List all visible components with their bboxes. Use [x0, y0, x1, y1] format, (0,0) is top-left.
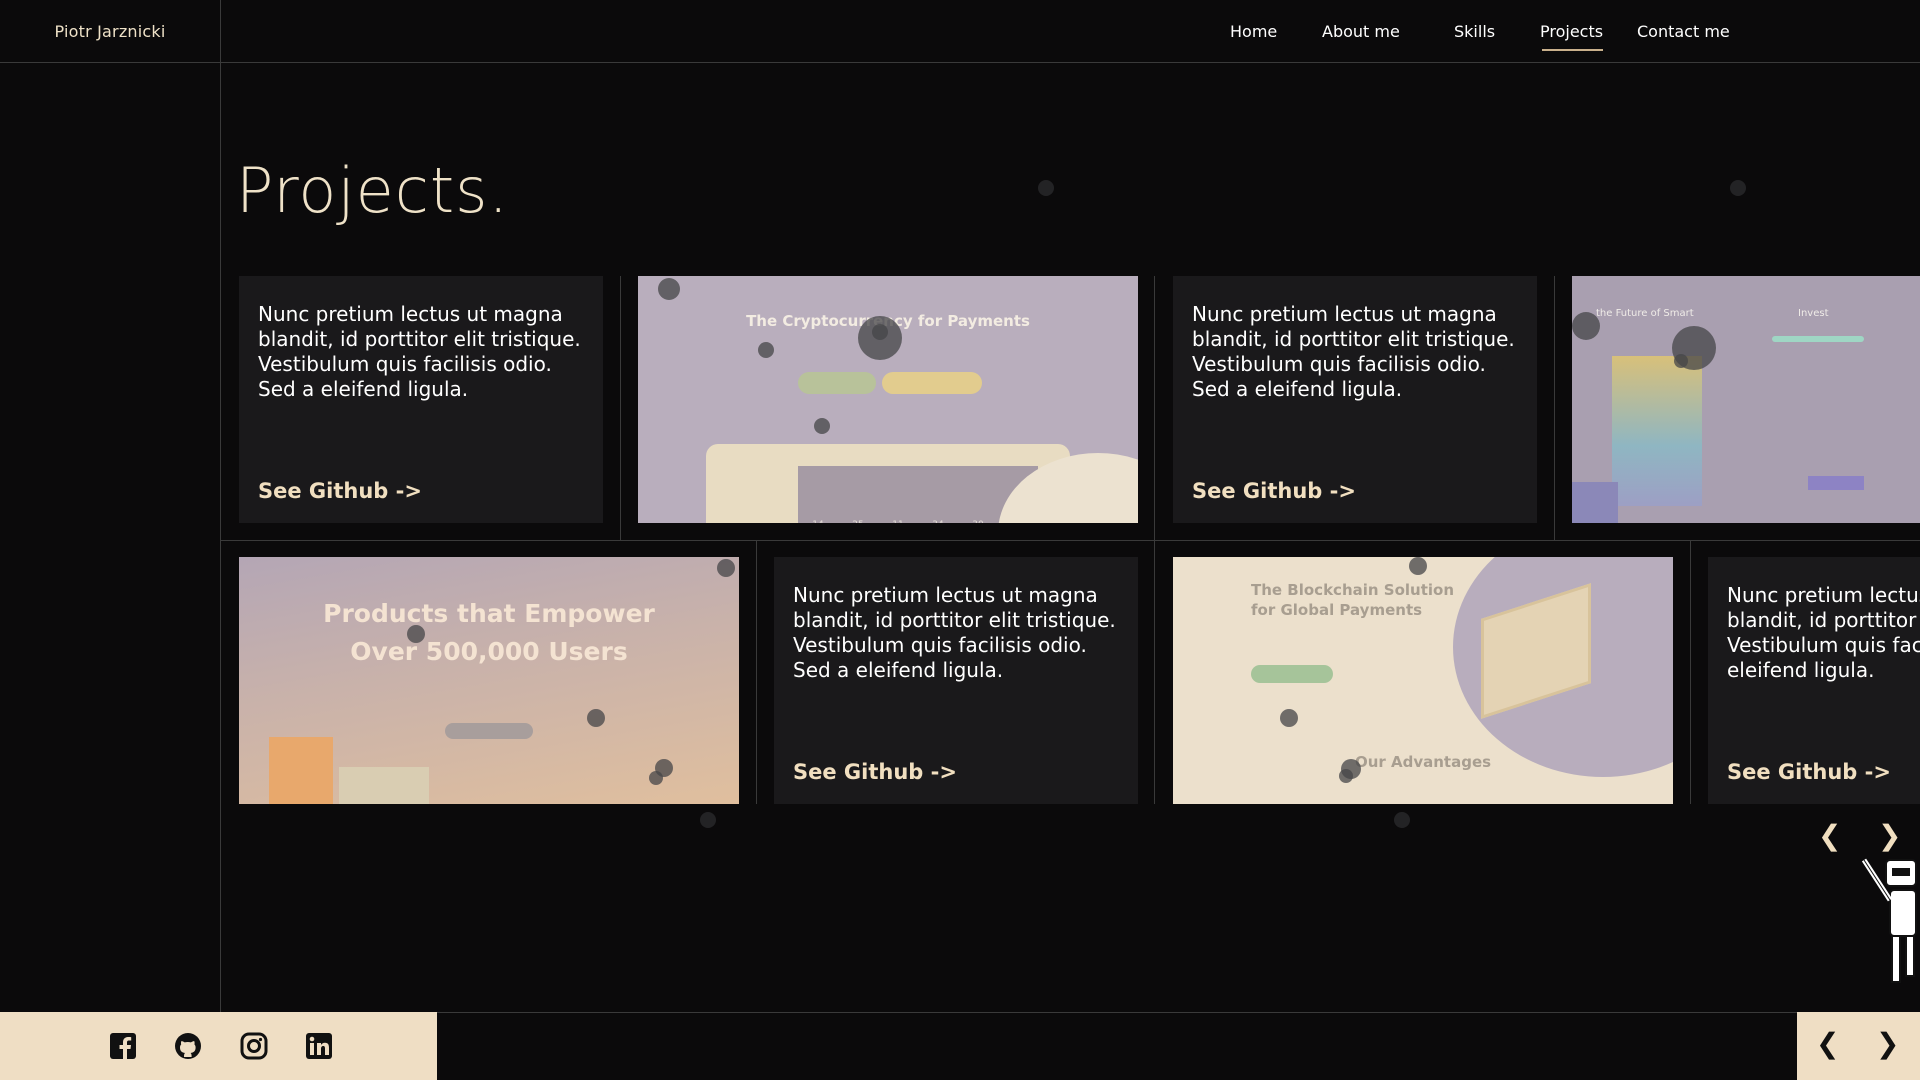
calendar-number: 14	[812, 520, 823, 523]
decor-pill	[798, 372, 876, 394]
project-card: Nunc pretium lectus ut magna blandit, id…	[774, 557, 1138, 804]
robot-mascot-icon	[1861, 858, 1917, 983]
decor-dot	[1394, 812, 1410, 828]
progress-bar	[1772, 336, 1864, 342]
decor-dot	[872, 324, 888, 340]
nav-about-me[interactable]: About me	[1322, 22, 1400, 41]
decor-block	[1572, 482, 1618, 523]
see-github-link[interactable]: See Github ->	[1192, 479, 1356, 503]
instagram-icon[interactable]	[240, 1032, 268, 1060]
calendar-number: 11	[892, 520, 903, 523]
row-divider	[220, 540, 1920, 541]
decor-dot	[587, 709, 605, 727]
decor-button	[1808, 476, 1864, 490]
decor-dot	[1674, 354, 1688, 368]
column-divider	[1554, 276, 1555, 540]
calendar-number: 34	[932, 520, 943, 523]
linkedin-icon[interactable]	[305, 1032, 333, 1060]
products-heading-line2: Over 500,000 Users	[350, 637, 628, 666]
decor-dot	[700, 812, 716, 828]
advantages-heading: Our Advantages	[1354, 753, 1492, 771]
decor-dot	[1280, 709, 1298, 727]
facebook-icon[interactable]	[109, 1032, 137, 1060]
decor-block	[339, 767, 429, 804]
project-description: Nunc pretium lectus ut magna blandit, id…	[793, 583, 1116, 682]
brand-name[interactable]: Piotr Jarznicki	[0, 0, 220, 62]
footer-divider	[437, 1012, 1797, 1013]
decor-dot	[717, 559, 735, 577]
project-card: Nunc pretium lectus ut magna blandit, id…	[1708, 557, 1920, 804]
decor-button	[1251, 665, 1333, 683]
blockchain-heading-line2: for Global Payments	[1251, 601, 1423, 619]
tower-graphic	[1612, 356, 1702, 506]
column-divider	[1154, 276, 1155, 540]
column-divider	[1690, 540, 1691, 804]
project-screenshot-products[interactable]: Products that Empower Over 500,000 Users	[239, 557, 739, 804]
decor-dot	[407, 625, 425, 643]
see-github-link[interactable]: See Github ->	[258, 479, 422, 503]
decor-pill	[882, 372, 982, 394]
decor-dot	[649, 771, 663, 785]
decor-dot	[1409, 557, 1427, 575]
project-description: Nunc pretium lectus ut magna blandit, id…	[258, 302, 581, 401]
nav-projects[interactable]: Projects	[1540, 22, 1604, 51]
decor-dot	[1339, 769, 1353, 783]
products-heading-line1: Products that Empower	[323, 599, 655, 628]
column-divider	[620, 276, 621, 540]
header-divider	[0, 62, 1920, 63]
column-divider	[1154, 540, 1155, 804]
blockchain-heading-line1: The Blockchain Solution	[1251, 581, 1455, 599]
decor-button	[445, 723, 533, 739]
carousel-prev-button[interactable]: ❮	[1818, 822, 1841, 850]
decor-dot	[1730, 180, 1746, 196]
invest-label: Invest	[1798, 308, 1829, 319]
project-card: Nunc pretium lectus ut magna blandit, id…	[239, 276, 603, 523]
project-card: Nunc pretium lectus ut magna blandit, id…	[1173, 276, 1537, 523]
column-divider	[756, 540, 757, 804]
decor-dot	[758, 342, 774, 358]
nav-skills[interactable]: Skills	[1454, 22, 1495, 41]
decor-dot	[1038, 180, 1054, 196]
footer-prev-button[interactable]: ❮	[1816, 1030, 1839, 1058]
calendar-number: 25	[852, 520, 863, 523]
project-description: Nunc pretium lectus ut magna blandit, id…	[1727, 583, 1920, 682]
page-title: Projects.	[236, 154, 510, 227]
decor-dot	[658, 278, 680, 300]
smart-heading: the Future of Smart	[1596, 308, 1694, 319]
nav-home[interactable]: Home	[1230, 22, 1277, 41]
project-description: Nunc pretium lectus ut magna blandit, id…	[1192, 302, 1515, 401]
github-icon[interactable]	[174, 1032, 202, 1060]
project-screenshot-crypto[interactable]: The Cryptocurrency for Payments 14 25 11…	[638, 276, 1138, 523]
decor-block	[269, 737, 333, 804]
main-nav: Home About me Skills Projects Contact me	[1200, 0, 1760, 62]
see-github-link[interactable]: See Github ->	[1727, 760, 1891, 784]
decor-dot	[814, 418, 830, 434]
project-screenshot-smart[interactable]: the Future of Smart Invest	[1572, 276, 1920, 523]
nav-contact-me[interactable]: Contact me	[1637, 22, 1730, 41]
social-footer	[0, 1012, 437, 1080]
footer-next-button[interactable]: ❯	[1876, 1030, 1899, 1058]
carousel-next-button[interactable]: ❯	[1878, 822, 1901, 850]
see-github-link[interactable]: See Github ->	[793, 760, 957, 784]
project-screenshot-blockchain[interactable]: The Blockchain Solution for Global Payme…	[1173, 557, 1673, 804]
vertical-divider	[220, 0, 221, 1012]
calendar-number: 30	[972, 520, 983, 523]
decor-dot	[1572, 312, 1600, 340]
